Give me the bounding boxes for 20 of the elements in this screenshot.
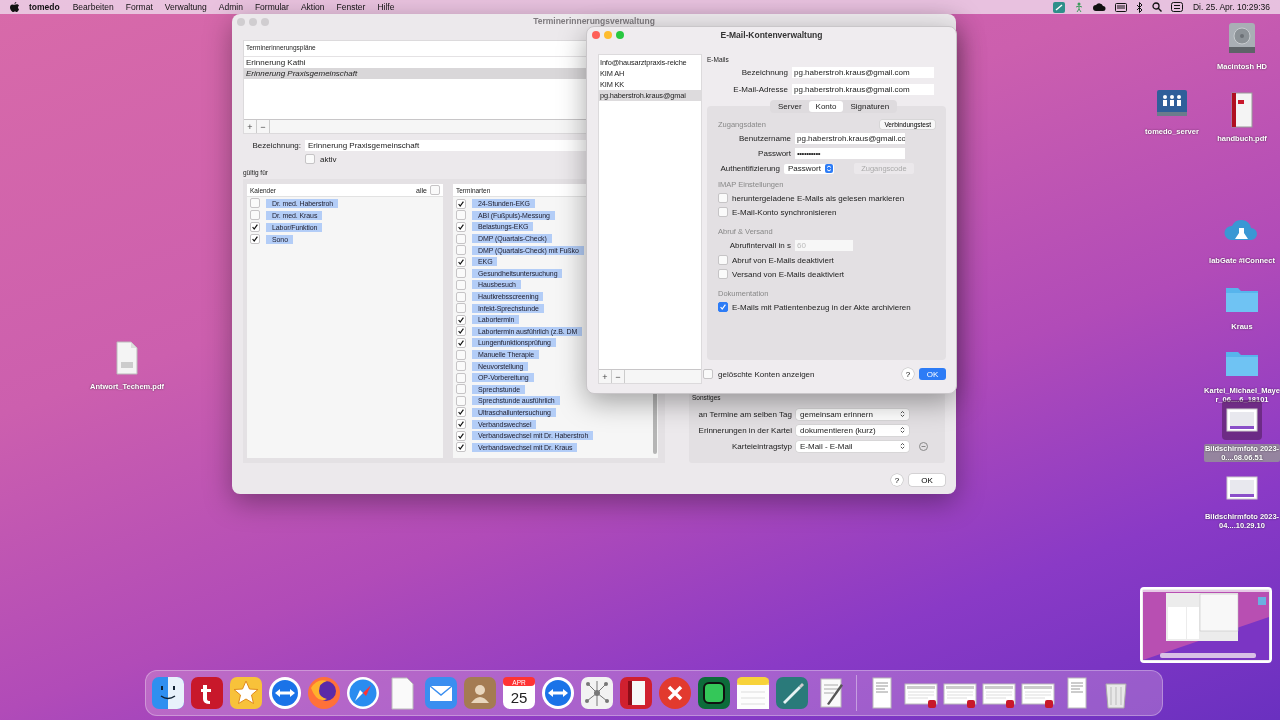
field-label: E-Mail-Adresse bbox=[732, 85, 788, 94]
field-label: Erinnerungen in der Kartei bbox=[697, 425, 792, 435]
checkbox-label: Versand von E-Mails deaktiviert bbox=[732, 269, 845, 279]
checkbox-label: aktiv bbox=[320, 154, 337, 164]
checkbox-label: Abruf von E-Mails deaktiviert bbox=[732, 255, 834, 265]
field-label: an Termine am selben Tag bbox=[697, 409, 792, 419]
checkbox-label: E-Mail-Konto synchronisieren bbox=[732, 207, 837, 217]
checkbox-label: gelöschte Konten anzeigen bbox=[718, 369, 815, 379]
checkbox-label: heruntergeladene E-Mails als gelesen markieren bbox=[732, 193, 905, 203]
field-label: Passwort bbox=[757, 149, 791, 158]
field-label: Bezeichnung: bbox=[251, 141, 301, 150]
field-label: Bezeichnung bbox=[740, 68, 788, 77]
field-label: Karteieintragstyp bbox=[730, 441, 792, 451]
checkbox-label: E-Mails mit Patientenbezug in der Akte archivieren bbox=[732, 302, 911, 312]
calendar-day: 25 bbox=[510, 689, 528, 706]
window-title: Terminerinnerungsverwaltung bbox=[533, 16, 655, 26]
window-title: E-Mail-Kontenverwaltung bbox=[720, 30, 823, 40]
field-label: Abrufintervall in s bbox=[728, 241, 791, 250]
field-label: Benutzername bbox=[737, 134, 791, 143]
field-label: Authentifizierung bbox=[719, 164, 780, 173]
